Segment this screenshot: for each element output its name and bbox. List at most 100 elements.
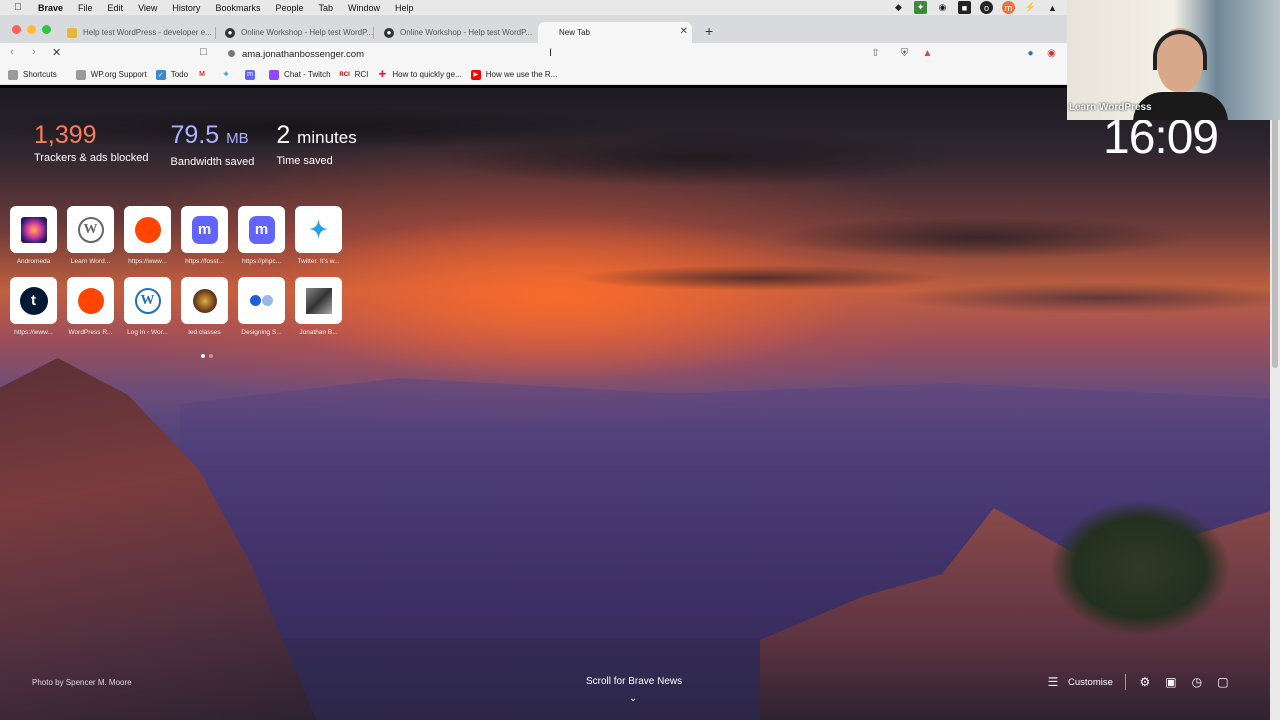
address-bar[interactable]: ama.jonathanbossenger.com I (220, 44, 940, 64)
mastodon-icon: m (181, 206, 228, 253)
pagination-dot[interactable] (209, 354, 213, 358)
apple-icon[interactable]:  (12, 2, 24, 13)
mastodon-icon: m (245, 69, 256, 80)
slack-icon: ✚ (378, 69, 387, 79)
top-site-caption: Designing S... (241, 329, 282, 336)
menu-window[interactable]: Window (348, 3, 380, 13)
top-site-tile[interactable]: W Learn Word... (67, 206, 114, 265)
top-site-tile[interactable]: WordPress R... (67, 277, 114, 336)
reddit-icon (124, 206, 171, 253)
top-site-tile[interactable]: led classes (181, 277, 228, 336)
bolt-icon[interactable]: ⚡ (1024, 1, 1037, 14)
youtube-icon: ▶ (470, 69, 481, 80)
menu-history[interactable]: History (172, 3, 200, 13)
top-site-tile[interactable]: Andromeda (10, 206, 57, 265)
onepassword-icon[interactable]: o (980, 1, 993, 14)
zoom-window-button[interactable] (42, 25, 51, 34)
photo-credit[interactable]: Photo by Spencer M. Moore (32, 678, 132, 687)
tab-separator (215, 27, 216, 39)
wordpress-yellow-icon (67, 27, 77, 38)
tray-app-icon[interactable]: ✦ (914, 1, 927, 14)
bookmark-wp-org-support[interactable]: WP.org Support (75, 69, 147, 80)
bookmark-shortcuts[interactable]: Shortcuts (8, 69, 57, 80)
close-window-button[interactable] (12, 25, 21, 34)
bookmark-todo[interactable]: ✓ Todo (155, 69, 188, 80)
background-tree (1000, 468, 1270, 668)
minimize-window-button[interactable] (27, 25, 36, 34)
menu-bookmarks[interactable]: Bookmarks (215, 3, 260, 13)
top-site-tile[interactable]: https://www... (124, 206, 171, 265)
share-icon[interactable]: ⇧ (869, 47, 882, 60)
dropbox-icon[interactable]: ◆ (892, 1, 905, 14)
top-site-tile[interactable]: m https://phpc... (238, 206, 285, 265)
bottom-toolbar: ☰ Customise ⚙ ▣ ◷ ▢ (1046, 674, 1230, 690)
top-site-tile[interactable]: t https://www... (10, 277, 57, 336)
sliders-icon[interactable]: ☰ (1046, 675, 1060, 689)
top-site-tile[interactable]: Jonathan B... (295, 277, 342, 336)
customise-button[interactable]: Customise (1068, 677, 1113, 688)
stat-unit: minutes (297, 128, 357, 147)
new-tab-button[interactable]: + (705, 23, 713, 39)
tab-online-workshop-2[interactable]: ● Online Workshop - Help test WordP... (379, 22, 533, 43)
brave-talk-icon[interactable]: ▢ (1216, 675, 1230, 689)
menu-app-brave[interactable]: Brave (38, 3, 63, 13)
top-site-tile[interactable]: ✦ Twitter. It's w... (295, 206, 342, 265)
stat-label: Trackers & ads blocked (34, 152, 149, 164)
tab-help-test-wordpress[interactable]: Help test WordPress - developer e... (62, 22, 216, 43)
mastodon-tray-icon[interactable]: m (1002, 1, 1015, 14)
top-site-caption: Jonathan B... (299, 329, 338, 336)
menu-help[interactable]: Help (395, 3, 414, 13)
extension-1password-icon[interactable]: ● (1024, 47, 1037, 60)
bell-icon[interactable]: ▲ (1046, 1, 1059, 14)
bookmark-gmail[interactable]: M (197, 70, 212, 80)
forward-icon[interactable]: › (32, 46, 36, 58)
scrollbar-thumb[interactable] (1272, 118, 1278, 368)
bookmark-how-we-use[interactable]: ▶ How we use the R... (470, 69, 557, 80)
macos-menubar:  Brave File Edit View History Bookmarks… (0, 0, 1067, 15)
top-site-tile[interactable]: W Log In ‹ Wor... (124, 277, 171, 336)
window-controls (12, 25, 51, 34)
bookmark-rci[interactable]: RCI RCI (339, 70, 369, 80)
tab-new-tab[interactable]: New Tab ✕ (538, 22, 692, 43)
brave-rewards-icon[interactable]: ▲ (921, 47, 934, 60)
bookmark-label: WP.org Support (90, 70, 147, 79)
stop-loading-icon[interactable]: ✕ (52, 46, 61, 59)
pagination-dot[interactable] (201, 354, 205, 358)
scroll-for-brave-news[interactable]: Scroll for Brave News (586, 676, 682, 687)
menu-file[interactable]: File (78, 3, 93, 13)
menu-edit[interactable]: Edit (108, 3, 124, 13)
site-info-icon[interactable] (228, 50, 235, 57)
chevron-down-icon[interactable]: ⌄ (629, 693, 637, 704)
menu-people[interactable]: People (275, 3, 303, 13)
bookmark-label: RCI (354, 70, 369, 79)
wordpress-icon: W (124, 277, 171, 324)
screen-icon[interactable]: ■ (958, 1, 971, 14)
brave-shields-icon[interactable]: ⛨ (898, 47, 911, 60)
bookmark-chat-twitch[interactable]: Chat - Twitch (269, 69, 331, 80)
top-site-tile[interactable]: m https://fosst... (181, 206, 228, 265)
browser-toolbar: ‹ › ✕ □ ama.jonathanbossenger.com I ⇧ ⛨ … (0, 43, 1067, 65)
page-scrollbar[interactable] (1270, 88, 1280, 720)
stat-time-saved: 2 minutes Time saved (276, 120, 356, 168)
gear-icon[interactable]: ⚙ (1138, 675, 1152, 689)
twitch-icon (269, 69, 280, 80)
bookmark-how-to-quickly[interactable]: ✚ How to quickly ge... (377, 69, 462, 80)
tab-online-workshop-1[interactable]: ● Online Workshop - Help test WordP... (220, 22, 374, 43)
back-icon[interactable]: ‹ (10, 46, 14, 58)
bookmark-mastodon[interactable]: m (245, 69, 260, 80)
bookmarks-icon[interactable]: ▣ (1164, 675, 1178, 689)
history-icon[interactable]: ◷ (1190, 675, 1204, 689)
photo-icon (295, 277, 342, 324)
menu-tab[interactable]: Tab (318, 3, 333, 13)
twitter-icon: ✦ (295, 206, 342, 253)
close-tab-icon[interactable]: ✕ (680, 26, 688, 37)
menu-view[interactable]: View (138, 3, 157, 13)
blank-icon (543, 28, 553, 38)
top-site-tile[interactable]: Designing S... (238, 277, 285, 336)
github-icon: ● (384, 27, 394, 38)
camera-icon[interactable]: ◉ (936, 1, 949, 14)
tab-title: Online Workshop - Help test WordP... (400, 28, 533, 37)
extension-colour-icon[interactable]: ◉ (1045, 47, 1058, 60)
bookmark-twitter[interactable]: ✦ (221, 69, 236, 80)
bookmark-page-icon[interactable]: □ (200, 46, 207, 58)
